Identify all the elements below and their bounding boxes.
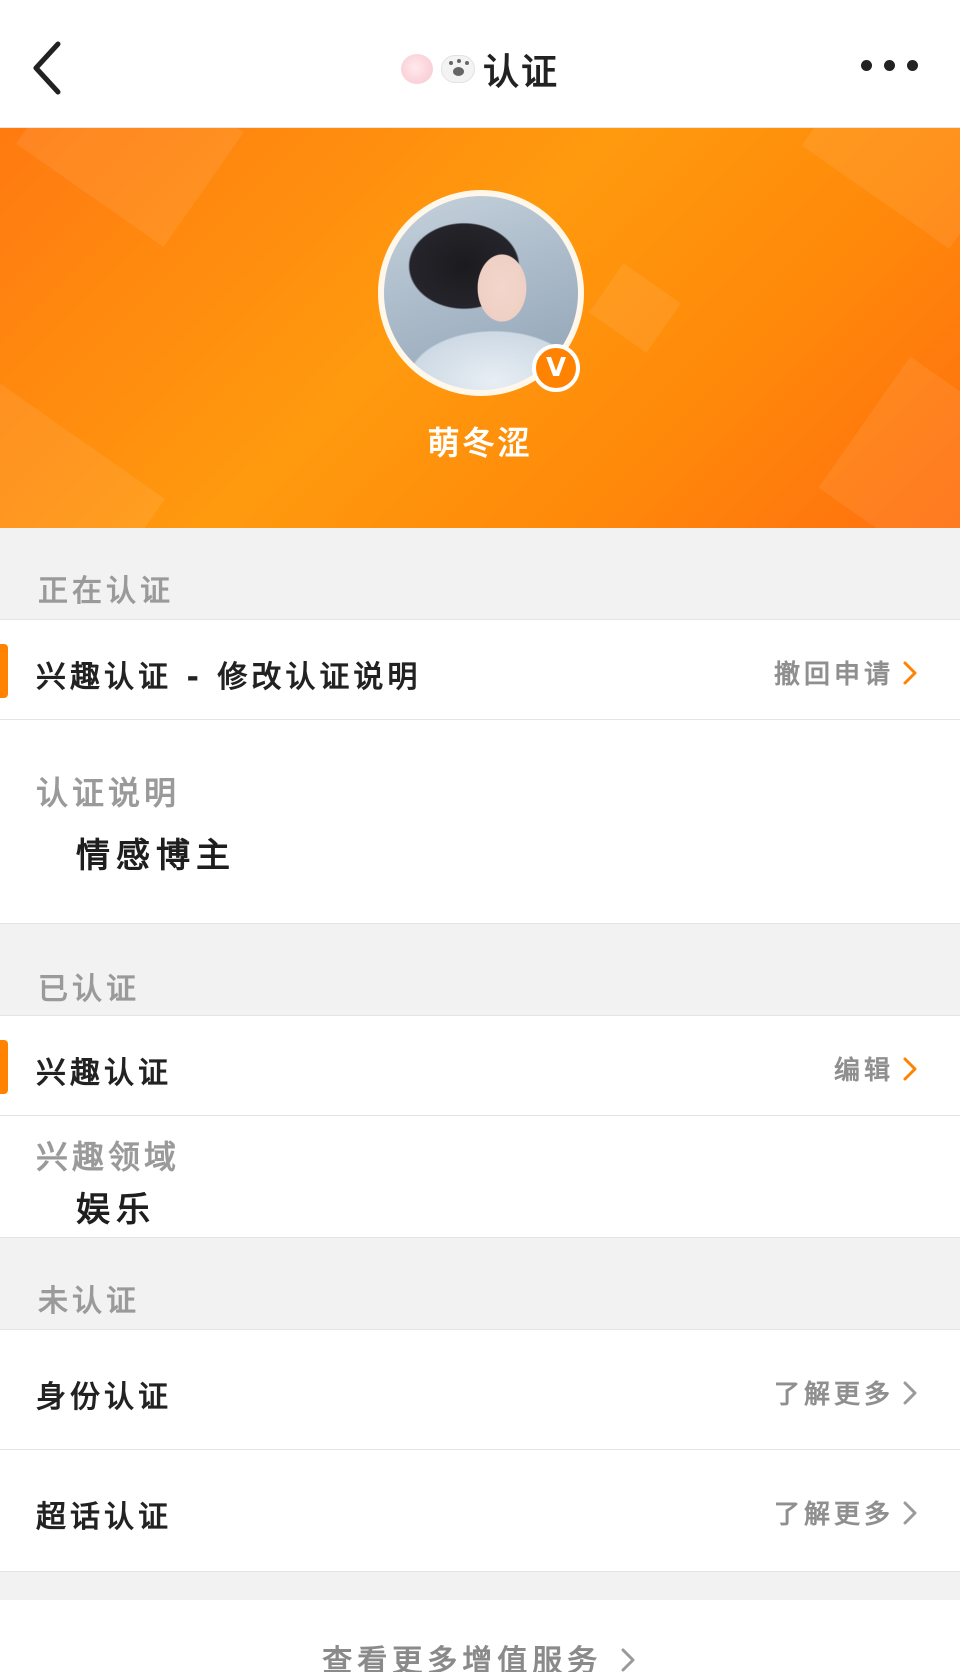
paw-emoji-icon [440, 55, 475, 83]
section-header-in-progress: 正在认证 [0, 528, 960, 620]
more-dot [884, 60, 895, 71]
chevron-right-icon [903, 1501, 917, 1524]
learn-more-link[interactable]: 了解更多 [774, 1494, 920, 1531]
page-title: 认证 [482, 52, 559, 93]
verification-description-block: 认证说明 情感博主 [0, 720, 960, 924]
interest-field-block: 兴趣领域 娱乐 [0, 1116, 960, 1238]
more-options-icon[interactable] [861, 60, 918, 71]
detail-key: 认证说明 [36, 774, 181, 812]
banner-decoration [16, 128, 244, 247]
username: 萌冬涩 [427, 424, 533, 462]
section-title: 正在认证 [38, 574, 174, 609]
action-label: 编辑 [833, 1056, 894, 1086]
learn-more-link[interactable]: 了解更多 [774, 1374, 920, 1411]
row-label: 兴趣认证 - 修改认证说明 [36, 660, 422, 695]
section-header-verified: 已认证 [0, 924, 960, 1016]
footer-link-label: 查看更多增值服务 [322, 1644, 603, 1672]
profile-banner: V 萌冬涩 [0, 128, 960, 528]
row-label: 身份认证 [36, 1380, 172, 1415]
action-label: 了解更多 [773, 1500, 894, 1530]
row-accent-bar [0, 644, 8, 698]
banner-decoration [801, 128, 960, 249]
action-label: 撤回申请 [773, 660, 894, 690]
detail-value: 情感博主 [76, 836, 236, 876]
section-header-unverified: 未认证 [0, 1238, 960, 1330]
section-title: 已认证 [38, 972, 140, 1007]
section-title: 未认证 [38, 1284, 140, 1319]
footer: 查看更多增值服务 [0, 1600, 960, 1672]
detail-value: 娱乐 [76, 1190, 156, 1230]
super-topic-verification-row[interactable]: 超话认证 了解更多 [0, 1450, 960, 1572]
chevron-right-icon [903, 661, 917, 684]
row-accent-bar [0, 1040, 8, 1094]
banner-decoration [589, 263, 681, 353]
edit-link[interactable]: 编辑 [834, 1050, 920, 1087]
row-label: 超话认证 [36, 1500, 172, 1535]
top-nav-bar: 认证 [0, 0, 960, 128]
interest-verification-row[interactable]: 兴趣认证 编辑 [0, 1016, 960, 1116]
interest-verification-modify-row[interactable]: 兴趣认证 - 修改认证说明 撤回申请 [0, 620, 960, 720]
action-label: 了解更多 [773, 1380, 894, 1410]
verified-v-badge: V [532, 344, 580, 392]
identity-verification-row[interactable]: 身份认证 了解更多 [0, 1330, 960, 1450]
chevron-right-icon [903, 1057, 917, 1080]
withdraw-application-link[interactable]: 撤回申请 [774, 654, 920, 691]
more-value-added-services-link[interactable]: 查看更多增值服务 [0, 1636, 960, 1672]
title-group: 认证 [0, 44, 960, 94]
chevron-right-icon [621, 1648, 635, 1672]
more-dot [861, 60, 872, 71]
row-label: 兴趣认证 [36, 1056, 172, 1091]
detail-key: 兴趣领域 [36, 1138, 181, 1176]
blush-face-emoji-icon [400, 54, 433, 84]
chevron-right-icon [903, 1381, 917, 1404]
more-dot [907, 60, 918, 71]
